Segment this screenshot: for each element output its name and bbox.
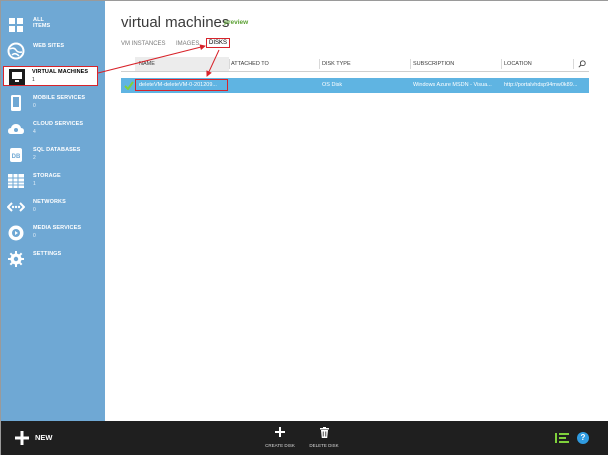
sidebar-item-label: SQL DATABASES [33,147,81,153]
cloud-icon [8,124,24,134]
sidebar-item-label: MEDIA SERVICES [33,225,82,231]
sidebar-item-label: MOBILE SERVICES [33,95,86,101]
sidebar-item-web-sites[interactable]: WEB SITES [1,40,105,64]
plus-icon [275,427,285,437]
disk-name: deleteVM-deleteVM-0-201209... [139,82,217,88]
search-icon[interactable] [578,60,586,68]
new-button[interactable]: NEW [15,430,65,446]
media-icon [8,225,24,241]
activity-list-icon[interactable] [555,432,569,444]
disk-type-cell: OS Disk [322,82,343,88]
phone-icon [11,95,21,111]
sidebar-item-count: 1 [33,181,36,187]
column-divider [501,59,502,69]
column-header-attached-to[interactable]: ATTACHED TO [231,61,269,67]
sidebar-item-count: 1 [32,77,35,83]
sidebar-item-label: CLOUD SERVICES [33,121,84,127]
tab-images[interactable]: IMAGES [176,41,199,47]
column-header-subscription[interactable]: SUBSCRIPTION [413,61,454,67]
sidebar-item-label-line-2: ITEMS [33,23,51,29]
table-icon [8,174,24,188]
sidebar-item-count: 4 [33,129,36,135]
sidebar-item-label: STORAGE [33,173,61,179]
globe-icon [7,42,25,60]
sidebar-item-count: 2 [33,155,36,161]
subscription-cell: Windows Azure MSDN - Visua... [413,82,492,88]
location-cell: http://portalvhdsp94mw0k89... [504,82,578,88]
sidebar-item-storage[interactable]: STORAGE 1 [1,170,105,194]
sidebar-item-label: SETTINGS [33,251,62,257]
preview-badge: preview [224,19,249,26]
column-divider [229,59,230,69]
column-divider [319,59,320,69]
page-title: virtual machines [121,14,230,31]
sidebar-item-all-items[interactable]: ALL ITEMS [1,14,105,38]
help-button[interactable]: ? [577,432,589,444]
sidebar-item-sql-databases[interactable]: DB SQL DATABASES 2 [1,144,105,168]
database-icon: DB [10,148,22,162]
plus-icon [15,431,29,445]
sidebar-item-label: NETWORKS [33,199,66,205]
sidebar-item-mobile-services[interactable]: MOBILE SERVICES 0 [1,92,105,116]
grid-header: NAME ATTACHED TO DISK TYPE SUBSCRIPTION … [121,57,589,72]
network-icon [7,202,25,212]
command-bar: NEW CREATE DISK DELETE DISK ? [1,421,608,455]
tab-disks[interactable]: DISKS [206,38,231,48]
sidebar-item-cloud-services[interactable]: CLOUD SERVICES 4 [1,118,105,142]
sidebar-item-virtual-machines[interactable]: VIRTUAL MACHINES 1 [3,66,98,86]
disk-name-cell[interactable]: deleteVM-deleteVM-0-201209... [135,79,228,91]
column-header-location[interactable]: LOCATION [504,61,532,67]
delete-disk-label: DELETE DISK [309,443,339,448]
table-row[interactable]: deleteVM-deleteVM-0-201209... OS Disk Wi… [121,78,589,93]
trash-icon [320,427,329,438]
column-header-disk-type[interactable]: DISK TYPE [322,61,351,67]
sidebar-item-count: 0 [33,207,36,213]
monitor-icon [9,69,25,85]
sidebar-item-networks[interactable]: NETWORKS 0 [1,196,105,220]
grid-icon [9,18,23,32]
column-divider [410,59,411,69]
sidebar-item-settings[interactable]: SETTINGS [1,248,105,272]
column-header-name[interactable]: NAME [139,61,155,67]
main-content: virtual machines preview VM INSTANCES IM… [105,1,608,421]
sidebar-item-count: 0 [33,103,36,109]
svg-text:DB: DB [12,154,21,160]
sidebar: ALL ITEMS WEB SITES VIRTUAL MACHINES 1 M… [1,1,105,421]
sidebar-item-media-services[interactable]: MEDIA SERVICES 0 [1,222,105,246]
create-disk-label: CREATE DISK [265,443,295,448]
checkmark-icon [124,81,134,90]
gear-icon [8,251,24,267]
column-divider [573,59,574,69]
create-disk-button[interactable]: CREATE DISK [260,425,300,453]
sidebar-item-count: 0 [33,233,36,239]
tab-vm-instances[interactable]: VM INSTANCES [121,41,166,47]
sidebar-item-label: VIRTUAL MACHINES [32,69,89,75]
delete-disk-button[interactable]: DELETE DISK [304,425,344,453]
sidebar-item-label: WEB SITES [33,43,65,49]
new-button-label: NEW [35,433,53,442]
portal-window: ALL ITEMS WEB SITES VIRTUAL MACHINES 1 M… [0,0,608,455]
